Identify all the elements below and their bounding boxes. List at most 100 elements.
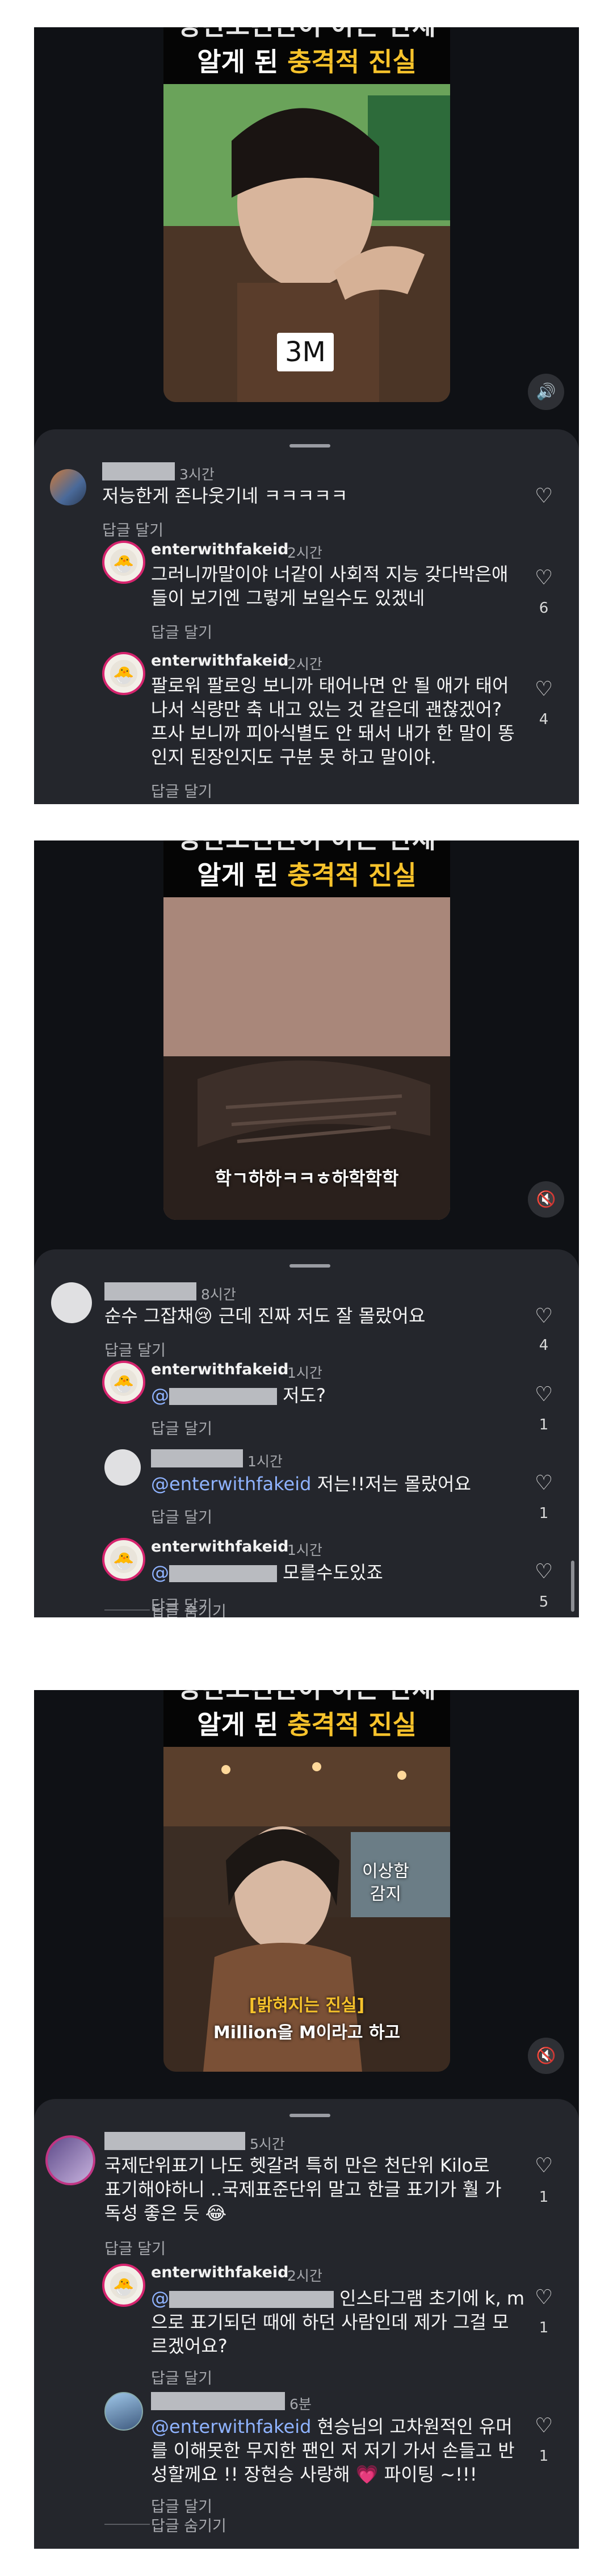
mention-link[interactable]: @enterwithfakeid <box>151 2416 311 2437</box>
comments-sheet: 8시간 순수 그잡채😢 근데 진짜 저도 잘 몰랐어요 답글 달기 ♡ 4 🐣 … <box>34 1249 579 1617</box>
like-heart-icon[interactable]: ♡ <box>535 1562 553 1582</box>
subtitle-white: Million을 M이라고 하고 <box>213 2023 401 2043</box>
like-heart-icon[interactable]: ♡ <box>535 568 553 588</box>
like-count: 5 <box>539 1594 549 1611</box>
screenshot-panel-1: 방탄소년단이 아는 단체 알게 된 충격적 진실 3M 🔊 3시간 저능한게 존… <box>34 27 579 804</box>
like-count: 6 <box>539 600 549 617</box>
reply-button[interactable]: 답글 달기 <box>151 779 212 801</box>
hide-replies-line <box>104 1609 150 1611</box>
like-heart-icon[interactable]: ♡ <box>535 1473 553 1494</box>
comment-username[interactable]: enterwithfakeid <box>151 652 289 670</box>
reel-video[interactable]: 방탄소년단이 아는 단체 알게 된 충격적 진실 이상함 감지 [밝혀지는 진실… <box>163 1690 450 2072</box>
like-heart-icon[interactable]: ♡ <box>535 2156 553 2176</box>
hide-replies-button[interactable]: 답글 숨기기 <box>151 2514 226 2536</box>
like-count: 1 <box>539 2189 549 2206</box>
like-count: 1 <box>539 1505 549 1522</box>
avatar[interactable]: 🐣 <box>102 1538 145 1581</box>
reel-video[interactable]: 방탄소년단이 아는 단체 알게 된 충격적 진실 학ㄱ하하ㅋㅋㅎ하학학학 <box>163 840 450 1220</box>
video-caption: 3M <box>277 333 334 371</box>
video-title-banner: 방탄소년단이 아는 단체 알게 된 충격적 진실 <box>163 840 450 897</box>
comment-time: 1시간 <box>287 1365 322 1381</box>
avatar[interactable]: 🐣 <box>102 2264 145 2307</box>
avatar[interactable] <box>104 1449 141 1486</box>
mention-link[interactable]: @ <box>151 2288 169 2309</box>
banner-top-line: 방탄소년단이 아는 단체 <box>163 27 450 39</box>
redacted-username <box>151 2392 285 2410</box>
comment-text: @enterwithfakeid 저는!!저는 몰랐어요 <box>151 1472 471 1496</box>
comment-time: 2시간 <box>287 656 322 672</box>
redacted-mention <box>169 1565 277 1582</box>
drag-handle[interactable] <box>289 1264 330 1268</box>
reply-button[interactable]: 답글 달기 <box>104 2236 166 2259</box>
comment-time: 3시간 <box>179 466 215 483</box>
avatar[interactable] <box>50 469 86 505</box>
reply-button[interactable]: 답글 달기 <box>104 1338 166 1360</box>
like-heart-icon[interactable]: ♡ <box>535 679 553 700</box>
like-count: 1 <box>539 2448 549 2465</box>
like-heart-icon[interactable]: ♡ <box>535 2288 553 2308</box>
video-frame-image <box>163 840 450 1220</box>
like-count: 1 <box>539 2319 549 2336</box>
mention-link[interactable]: @ <box>151 1562 169 1583</box>
reply-button[interactable]: 답글 달기 <box>151 1416 212 1438</box>
comment-username[interactable]: enterwithfakeid <box>151 2264 289 2281</box>
like-count: 1 <box>539 1416 549 1433</box>
screenshot-panel-2: 방탄소년단이 아는 단체 알게 된 충격적 진실 학ㄱ하하ㅋㅋㅎ하학학학 🔇 8… <box>34 840 579 1617</box>
comment-username[interactable]: enterwithfakeid <box>151 1538 289 1555</box>
reel-video[interactable]: 방탄소년단이 아는 단체 알게 된 충격적 진실 3M <box>163 27 450 402</box>
comment-text: 국제단위표기 나도 헷갈려 특히 만은 천단위 Kilo로 표기해야하니 ..국… <box>104 2155 502 2224</box>
reply-button[interactable]: 답글 달기 <box>151 620 212 642</box>
reply-button[interactable]: 답글 달기 <box>151 2366 212 2388</box>
comment-time: 1시간 <box>247 1453 283 1470</box>
video-title-banner: 방탄소년단이 아는 단체 알게 된 충격적 진실 <box>163 1690 450 1747</box>
like-heart-icon[interactable]: ♡ <box>535 486 553 507</box>
comment-username[interactable]: enterwithfakeid <box>151 541 289 558</box>
banner-main-line: 알게 된 충격적 진실 <box>163 862 450 888</box>
comment-text: @ 인스타그램 초기에 k, m 으로 표기되던 때에 하던 사람인데 제가 그… <box>151 2286 524 2358</box>
like-count: 4 <box>539 1337 549 1354</box>
redacted-username <box>104 2132 245 2150</box>
banner-main-line: 알게 된 충격적 진실 <box>163 1712 450 1738</box>
video-label: 이상함 감지 <box>362 1862 409 1904</box>
screenshot-panel-3: 방탄소년단이 아는 단체 알게 된 충격적 진실 이상함 감지 [밝혀지는 진실… <box>34 1690 579 2549</box>
hide-replies-button[interactable]: 답글 숨기기 <box>151 1599 226 1617</box>
comment-text: 순수 그잡채😢 근데 진짜 저도 잘 몰랐어요 <box>104 1305 426 1327</box>
avatar[interactable] <box>51 1282 92 1323</box>
banner-top-line: 방탄소년단이 아는 단체 <box>163 840 450 852</box>
comment-username[interactable]: enterwithfakeid <box>151 1361 289 1378</box>
comment-time: 1시간 <box>287 1542 322 1558</box>
redacted-username <box>102 462 175 480</box>
comment-text: @enterwithfakeid 현승님의 고차원적인 유머 를 이해못한 무지… <box>151 2415 515 2486</box>
video-caption: 학ㄱ하하ㅋㅋㅎ하학학학 <box>215 1168 399 1189</box>
like-heart-icon[interactable]: ♡ <box>535 1306 553 1327</box>
banner-highlight: 충격적 진실 <box>287 860 417 890</box>
sound-muted-icon[interactable]: 🔇 <box>528 1181 564 1218</box>
comment-time: 2시간 <box>287 545 322 561</box>
avatar[interactable] <box>104 2392 143 2431</box>
drag-handle[interactable] <box>289 2114 330 2117</box>
hide-replies-line <box>104 2524 150 2525</box>
avatar[interactable]: 🐣 <box>102 541 145 584</box>
comment-text-body: 모를수도있죠 <box>277 1562 383 1583</box>
avatar[interactable] <box>45 2135 95 2185</box>
avatar[interactable]: 🐣 <box>102 1361 145 1404</box>
drag-handle[interactable] <box>289 444 330 448</box>
like-count: 4 <box>539 711 549 728</box>
sound-on-icon[interactable]: 🔊 <box>528 374 564 410</box>
banner-prefix: 알게 된 <box>197 860 288 890</box>
sound-muted-icon[interactable]: 🔇 <box>528 2038 564 2074</box>
comments-sheet: 3시간 저능한게 존나웃기네 ㅋㅋㅋㅋㅋ 답글 달기 ♡ 🐣 enterwith… <box>34 429 579 804</box>
subtitle-yellow: [밝혀지는 진실] <box>249 1996 365 2015</box>
like-heart-icon[interactable]: ♡ <box>535 1385 553 1405</box>
scrollbar[interactable] <box>571 1561 574 1612</box>
comment-time: 6분 <box>289 2396 312 2412</box>
comment-text: 팔로워 팔로잉 보니까 태어나면 안 될 애가 태어 나서 식량만 축 내고 있… <box>151 675 515 768</box>
comment-text: 그러니까말이야 너같이 사회적 지능 갖다박은애 들이 보기엔 그렇게 보일수도… <box>151 563 509 609</box>
avatar[interactable]: 🐣 <box>102 652 145 695</box>
mention-link[interactable]: @ <box>151 1385 169 1406</box>
like-heart-icon[interactable]: ♡ <box>535 2416 553 2436</box>
mention-link[interactable]: @enterwithfakeid <box>151 1473 311 1495</box>
banner-top-line: 방탄소년단이 아는 단체 <box>163 1690 450 1701</box>
reply-button[interactable]: 답글 달기 <box>102 518 163 540</box>
reply-button[interactable]: 답글 달기 <box>151 1505 212 1527</box>
